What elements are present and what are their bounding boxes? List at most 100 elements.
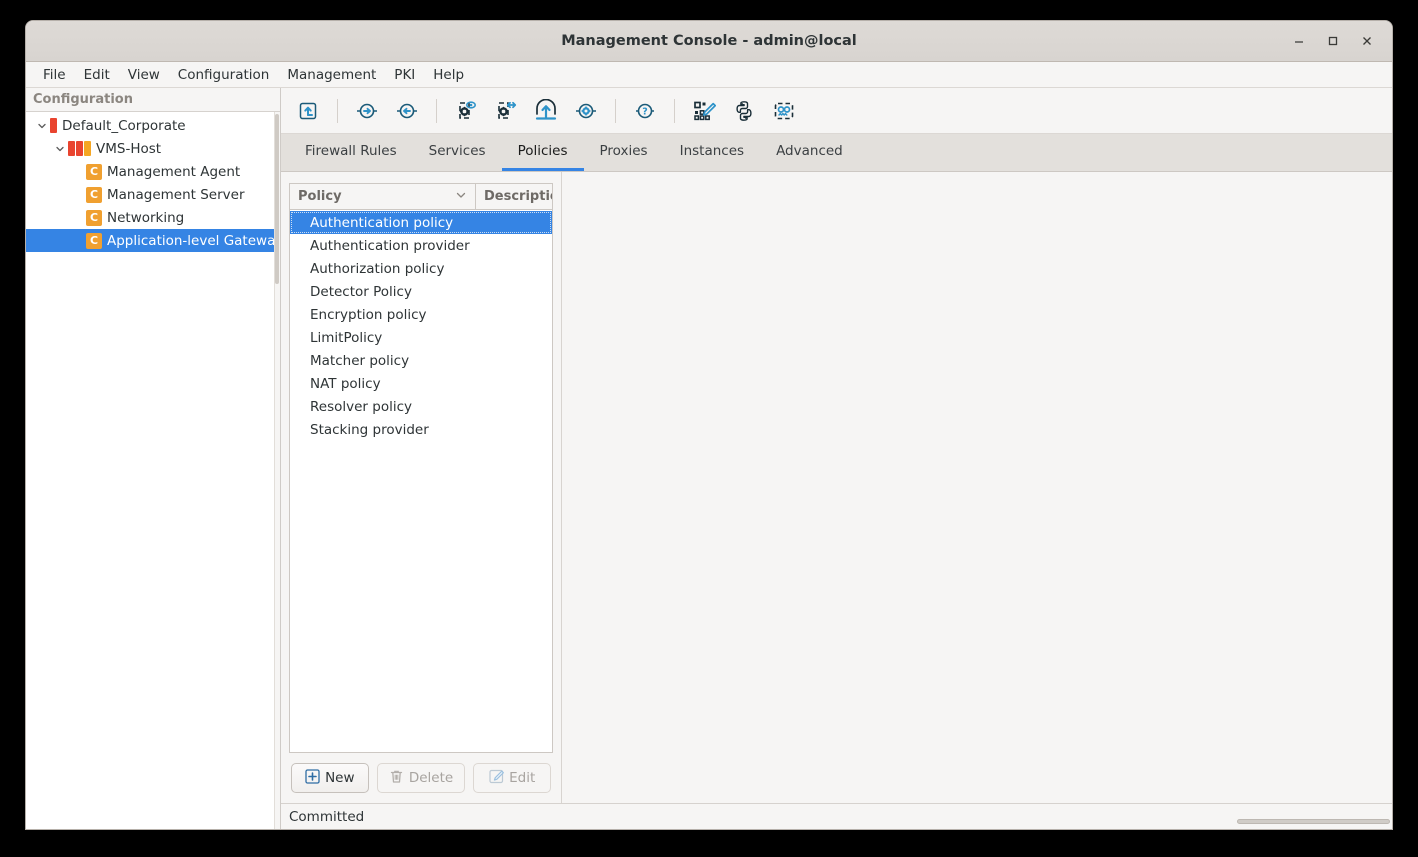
list-item[interactable]: Authorization policy xyxy=(290,257,552,280)
forward-icon[interactable] xyxy=(348,94,386,128)
component-badge: C xyxy=(86,232,102,249)
menu-management[interactable]: Management xyxy=(278,64,385,86)
tree-item-management-agent[interactable]: C Management Agent xyxy=(26,160,280,183)
tab-instances[interactable]: Instances xyxy=(664,134,760,171)
status-bar: Committed xyxy=(281,803,1392,829)
window-title: Management Console - admin@local xyxy=(561,33,857,49)
right-pane: ? Firewall Rules Services Policies Proxi… xyxy=(281,88,1392,829)
upload-icon[interactable] xyxy=(527,94,565,128)
policy-detail-panel xyxy=(561,172,1392,803)
settings-icon[interactable] xyxy=(567,94,605,128)
edit-button[interactable]: Edit xyxy=(473,763,552,793)
svg-text:?: ? xyxy=(642,106,648,117)
sidebar-header: Configuration xyxy=(26,88,280,112)
toolbar-separator xyxy=(337,98,338,123)
tree-item-networking[interactable]: C Networking xyxy=(26,206,280,229)
delete-button[interactable]: Delete xyxy=(376,763,466,793)
maximize-button[interactable] xyxy=(1318,26,1348,56)
list-item[interactable]: Encryption policy xyxy=(290,303,552,326)
new-button-label: New xyxy=(325,770,355,786)
help-icon[interactable]: ? xyxy=(626,94,664,128)
list-item[interactable]: LimitPolicy xyxy=(290,326,552,349)
menu-view[interactable]: View xyxy=(119,64,169,86)
tree-item-label: Application-level Gateway xyxy=(107,232,280,249)
menu-file[interactable]: File xyxy=(34,64,75,86)
policy-list-panel: Policy Description Authentication policy… xyxy=(281,172,561,803)
view-config-icon[interactable] xyxy=(447,94,485,128)
horizontal-scrollbar-thumb[interactable] xyxy=(1237,819,1390,824)
column-header-description[interactable]: Description xyxy=(476,184,552,209)
tree-item-management-server[interactable]: C Management Server xyxy=(26,183,280,206)
component-icon: C xyxy=(86,232,102,249)
edit-button-label: Edit xyxy=(509,770,536,786)
toolbar: ? xyxy=(281,88,1392,134)
component-badge: C xyxy=(86,186,102,203)
sidebar-scrollbar-thumb[interactable] xyxy=(275,114,279,284)
back-icon[interactable] xyxy=(388,94,426,128)
policy-list[interactable]: Policy Description Authentication policy… xyxy=(289,183,553,753)
menu-bar: File Edit View Configuration Management … xyxy=(26,62,1392,88)
triple-bar-icon xyxy=(68,141,91,156)
expander-down-icon[interactable] xyxy=(52,144,68,154)
tree-item-label: Management Server xyxy=(107,186,245,203)
trash-icon xyxy=(389,769,404,788)
list-item[interactable]: Stacking provider xyxy=(290,418,552,441)
component-icon: C xyxy=(86,163,102,180)
toolbar-separator xyxy=(674,98,675,123)
column-header-policy-label: Policy xyxy=(298,189,342,204)
go-to-parent-icon[interactable] xyxy=(289,94,327,128)
horizontal-scrollbar[interactable] xyxy=(861,817,1392,825)
list-item[interactable]: Resolver policy xyxy=(290,395,552,418)
component-icon: C xyxy=(86,209,102,226)
content-area: Policy Description Authentication policy… xyxy=(281,172,1392,803)
tree-item-default-corporate[interactable]: Default_Corporate xyxy=(26,114,280,137)
tab-policies[interactable]: Policies xyxy=(501,134,584,171)
menu-pki[interactable]: PKI xyxy=(385,64,424,86)
close-button[interactable] xyxy=(1352,26,1382,56)
column-header-policy[interactable]: Policy xyxy=(290,184,476,209)
toolbar-separator xyxy=(615,98,616,123)
menu-configuration[interactable]: Configuration xyxy=(169,64,279,86)
list-item[interactable]: Matcher policy xyxy=(290,349,552,372)
tab-advanced[interactable]: Advanced xyxy=(760,134,859,171)
tree-item-application-level-gateway[interactable]: C Application-level Gateway xyxy=(26,229,280,252)
chevron-down-icon[interactable] xyxy=(455,189,467,205)
plus-icon xyxy=(305,768,320,788)
tree-item-label: Default_Corporate xyxy=(62,117,186,134)
policy-list-rows: Authentication policy Authentication pro… xyxy=(290,210,552,752)
application-window: Management Console - admin@local File Ed… xyxy=(25,20,1393,830)
expander-down-icon[interactable] xyxy=(34,121,50,131)
tab-bar: Firewall Rules Services Policies Proxies… xyxy=(281,134,1392,172)
policy-list-header: Policy Description xyxy=(290,184,552,210)
title-bar[interactable]: Management Console - admin@local xyxy=(26,21,1392,62)
transfer-config-icon[interactable] xyxy=(487,94,525,128)
red-bar-icon xyxy=(50,118,57,133)
delete-button-label: Delete xyxy=(408,770,454,786)
component-icon: C xyxy=(86,186,102,203)
minimize-button[interactable] xyxy=(1284,26,1314,56)
tab-firewall-rules[interactable]: Firewall Rules xyxy=(289,134,413,171)
list-item[interactable]: Detector Policy xyxy=(290,280,552,303)
list-item[interactable]: Authentication policy xyxy=(290,211,552,234)
qr-edit-icon[interactable] xyxy=(685,94,723,128)
policy-list-actions: New Delete Edit xyxy=(289,753,553,793)
new-button[interactable]: New xyxy=(290,763,369,793)
tree-item-label: Management Agent xyxy=(107,163,241,180)
configuration-sidebar: Configuration Default_Corporate VMS-Host xyxy=(26,88,281,829)
tree-item-vms-host[interactable]: VMS-Host xyxy=(26,137,280,160)
window-controls xyxy=(1280,26,1392,56)
component-badge: C xyxy=(86,209,102,226)
tab-services[interactable]: Services xyxy=(413,134,502,171)
robot-icon[interactable] xyxy=(765,94,803,128)
python-icon[interactable] xyxy=(725,94,763,128)
tree-item-label: Networking xyxy=(107,209,185,226)
menu-help[interactable]: Help xyxy=(424,64,473,86)
list-item[interactable]: Authentication provider xyxy=(290,234,552,257)
tab-proxies[interactable]: Proxies xyxy=(584,134,664,171)
status-text: Committed xyxy=(289,808,365,825)
list-item[interactable]: NAT policy xyxy=(290,372,552,395)
pencil-icon xyxy=(489,769,505,788)
component-badge: C xyxy=(86,163,102,180)
menu-edit[interactable]: Edit xyxy=(75,64,119,86)
main-body: Configuration Default_Corporate VMS-Host xyxy=(26,88,1392,829)
